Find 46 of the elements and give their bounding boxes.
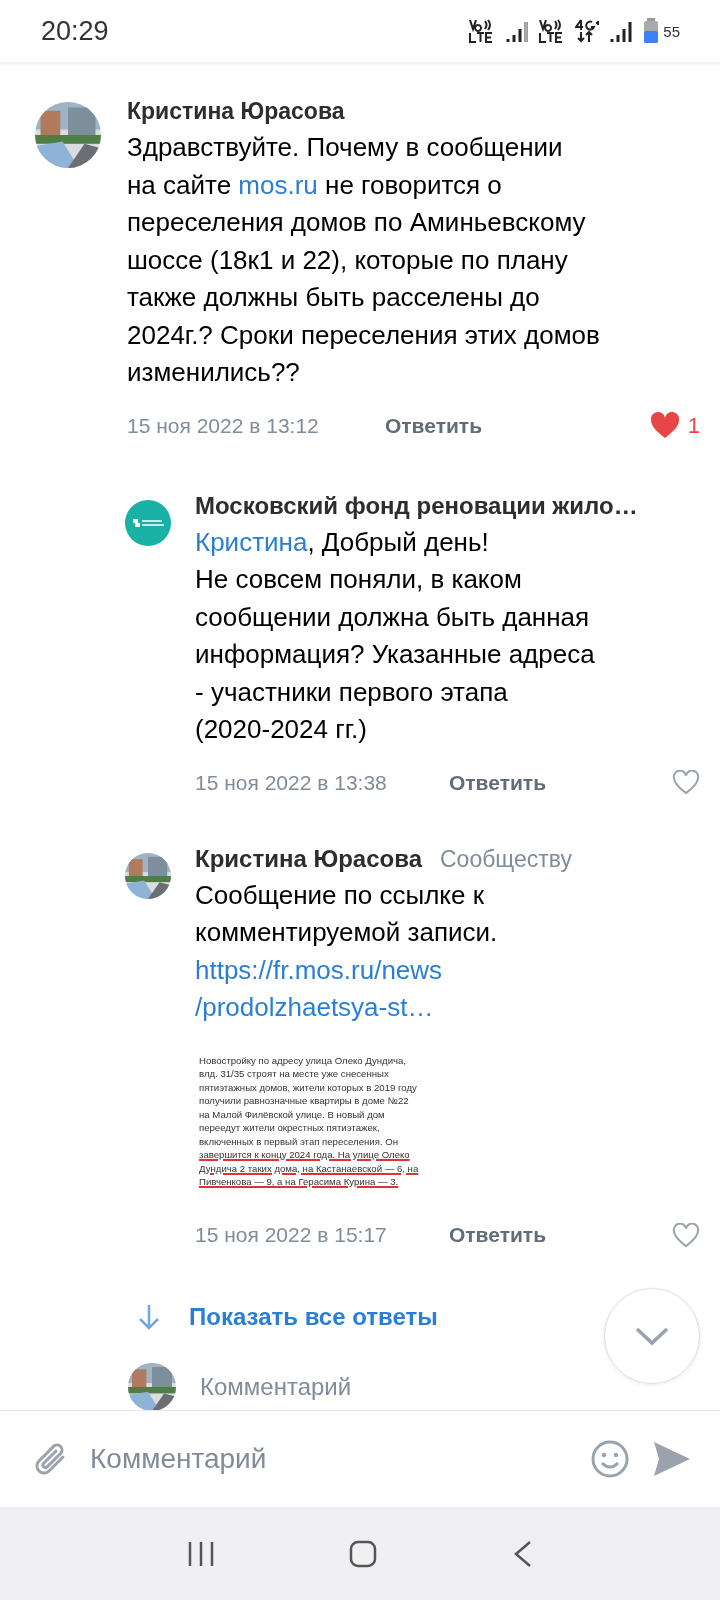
link[interactable]: https://fr.mos.ru/news /prodolzhaetsya-st… (195, 951, 443, 1027)
attachment-text: Новостройку по адресу улица Олеко Дундича, (199, 1054, 408, 1066)
reply-link[interactable]: Ответить (449, 1223, 547, 1247)
attachment-text: Дундича 2 таких дома, на Кастанаевской — 6, на (199, 1162, 419, 1174)
author-name[interactable]: Кристина Юрасова (127, 98, 345, 125)
attachment-text: переедут жители окрестных пятиэтажек, (199, 1122, 381, 1133)
logo-icon (125, 499, 171, 546)
home-icon[interactable] (348, 1539, 378, 1569)
comment-input[interactable]: Комментарий (90, 1439, 568, 1479)
like-count: 1 (687, 412, 700, 439)
status-time: 20:29 (41, 15, 110, 47)
link[interactable]: Кристина (195, 526, 308, 557)
attachment-text: завершится к концу 2024 года. На улице Олеко (199, 1149, 411, 1160)
heart-icon[interactable] (649, 412, 680, 439)
attachment-text: пятиэтажных домов, жители которых в 2019 году (199, 1081, 418, 1093)
attachment-text: Пивченкова — 9, а на Герасима Курина — 3. (199, 1176, 400, 1187)
heart-icon[interactable] (672, 770, 700, 795)
comment-text: Кристина, Добрый день! Не совсем поняли, в каком сообщении должна быть данная информация? Указанные адреса - участники первого этапа (2020-2024 гг.) (195, 525, 596, 746)
comment-field[interactable]: Комментарий (200, 1373, 352, 1401)
comment-text: Сообщение по ссылке к комментируемой записи. (195, 878, 499, 949)
signal-icon (505, 19, 530, 43)
chevron-down-icon (634, 1326, 670, 1346)
comment-date: 15 ноя 2022 в 13:38 (195, 770, 388, 795)
heart-icon[interactable] (672, 1222, 700, 1248)
recipient-label: Сообществу (440, 845, 573, 873)
network-4g-icon (575, 18, 600, 44)
reply-link[interactable]: Ответить (449, 770, 547, 795)
battery-level: 55 (663, 22, 680, 40)
attachment-text: влд. 31/35 строят на месте уже снесенных (199, 1068, 390, 1079)
battery-icon (643, 18, 660, 44)
comment-date: 15 ноя 2022 в 13:12 (127, 413, 320, 438)
signal-icon (609, 19, 634, 43)
attachment-text: получили равнозначные квартиры в доме №22 (199, 1095, 410, 1106)
emoji-icon[interactable] (590, 1439, 630, 1479)
attachment-text: на Малой Филёвской улице. В новый дом (199, 1108, 386, 1120)
author-name[interactable]: Московский фонд реновации жило… (195, 491, 638, 520)
send-icon[interactable] (652, 1440, 692, 1478)
comment-text: Здравствуйте. Почему в сообщении на сайте mos.ru не говорится о переселения домов по Аминьевскому шоссе (18к1 и 22), которые по плану также должны быть расселены до 2024г.? Сроки переселения этих домов изменились?? (127, 131, 601, 389)
attachment-text: включенных в первый этап переселения. Он (199, 1135, 399, 1147)
recent-apps-icon[interactable] (186, 1540, 216, 1568)
link[interactable]: mos.ru (238, 169, 318, 200)
show-all-replies-link[interactable]: Показать все ответы (189, 1303, 438, 1331)
comment-date: 15 ноя 2022 в 15:17 (195, 1223, 388, 1247)
author-name[interactable]: Кристина Юрасова (195, 844, 422, 873)
arrow-down-icon (137, 1303, 161, 1331)
reply-link[interactable]: Ответить (385, 413, 483, 438)
